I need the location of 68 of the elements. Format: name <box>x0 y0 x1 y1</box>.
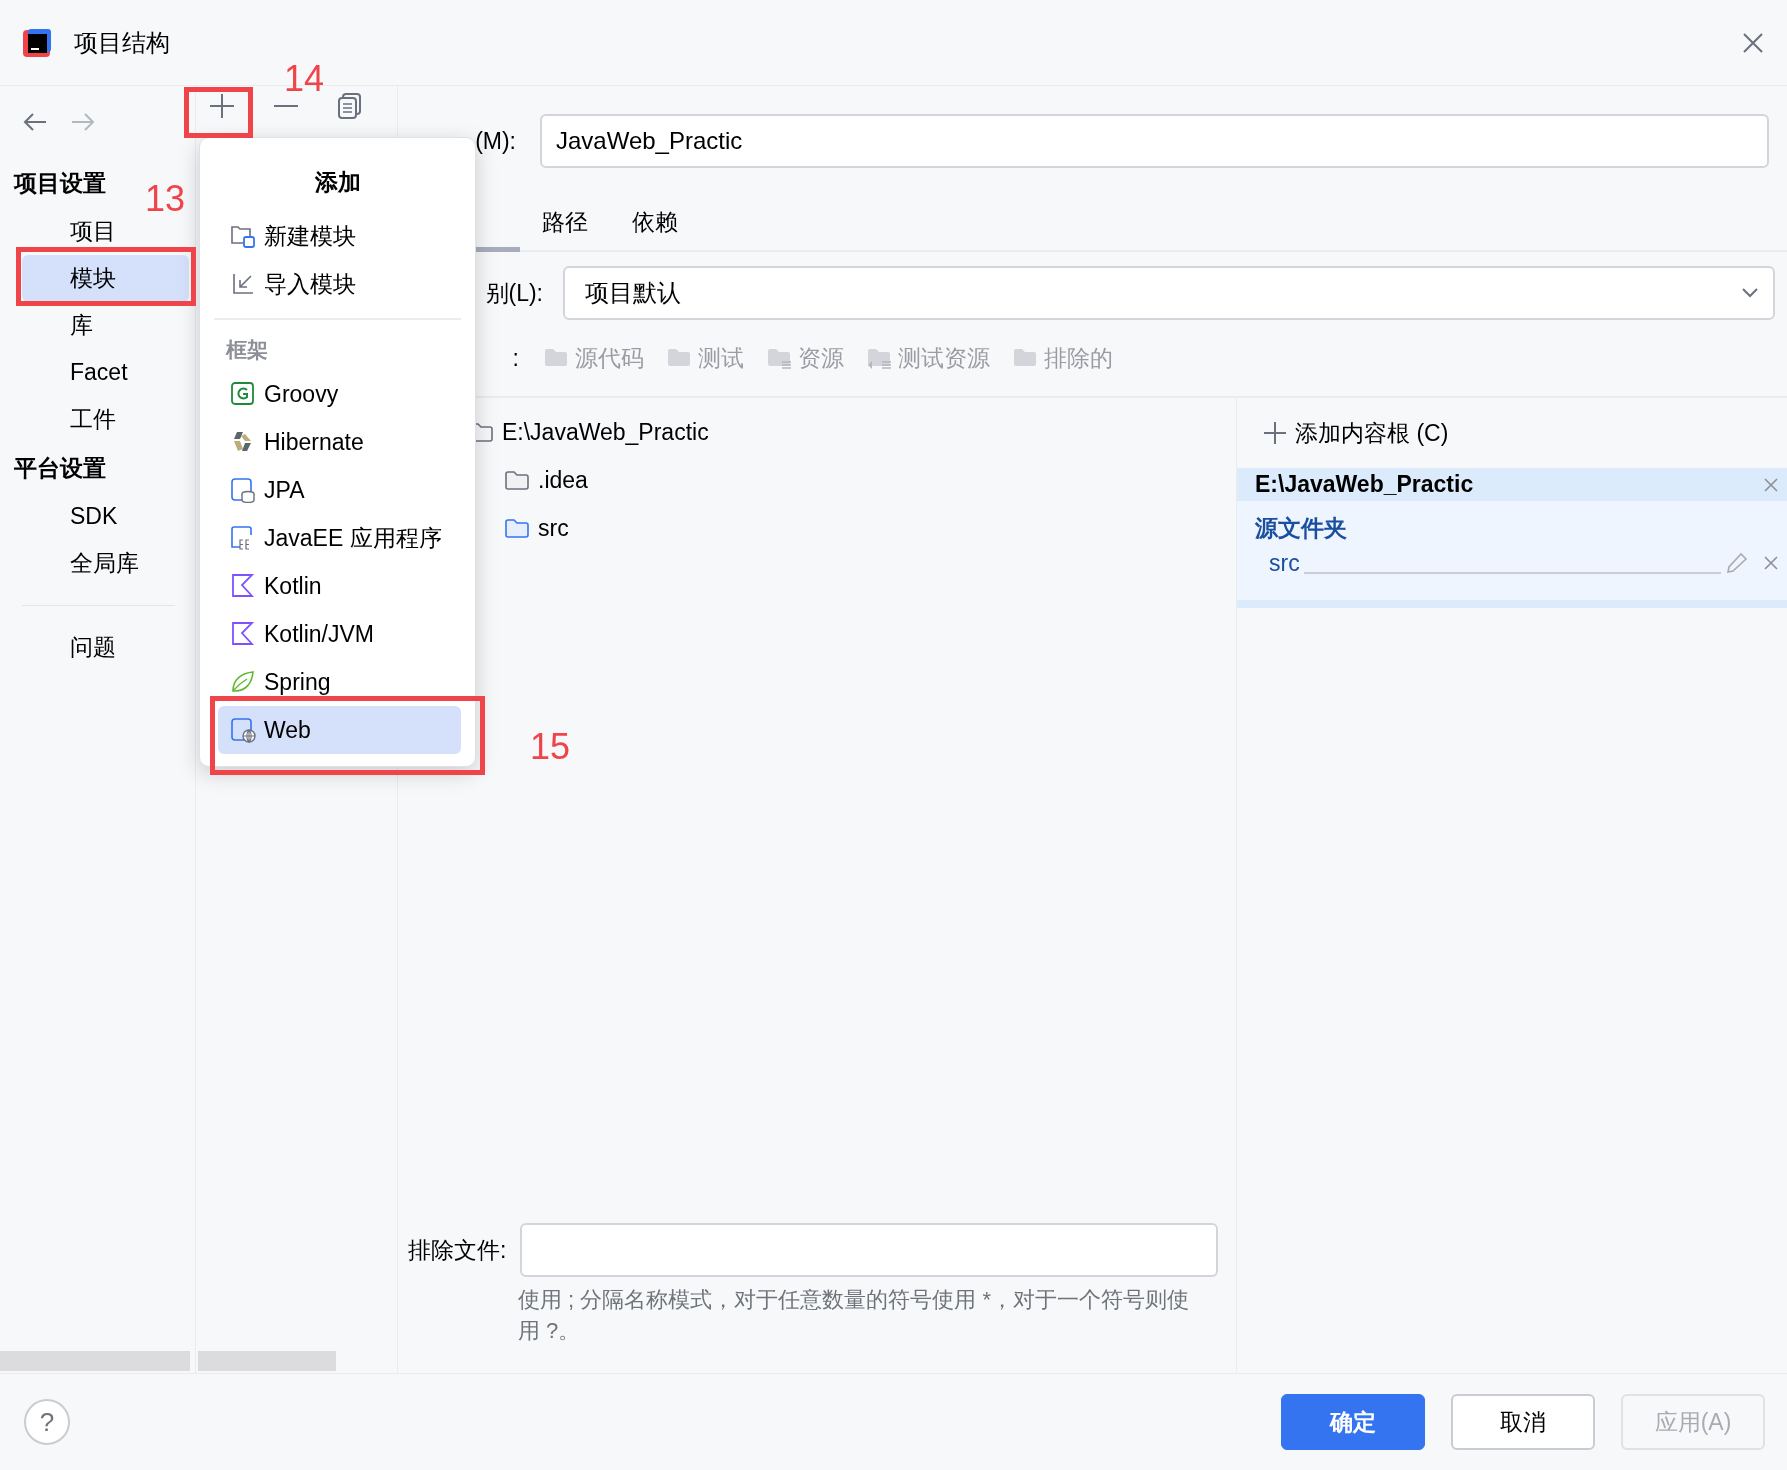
section-heading: 项目设置 <box>12 168 106 198</box>
sidebar-item[interactable]: SDK <box>22 493 189 540</box>
kotlin-icon <box>230 573 256 599</box>
menu-item[interactable]: Kotlin/JVM <box>218 610 461 658</box>
menu-item[interactable]: JPA <box>218 466 461 514</box>
menu-item[interactable]: Hibernate <box>218 418 461 466</box>
language-level-dropdown[interactable]: 项目默认 <box>563 266 1775 320</box>
dialog-button[interactable]: 确定 <box>1281 1394 1425 1450</box>
field-label: 排除文件: <box>408 1236 507 1266</box>
menu-item[interactable]: Spring <box>218 658 461 706</box>
close-icon[interactable] <box>1763 476 1779 493</box>
groovy-icon <box>230 381 256 407</box>
menu-item[interactable]: Groovy <box>218 370 461 418</box>
name-field[interactable]: JavaWeb_Practic <box>540 114 1769 168</box>
field-label: : <box>511 343 520 373</box>
close-icon[interactable] <box>1763 554 1779 571</box>
folder-icon <box>230 223 256 249</box>
content-root-path: E:\JavaWeb_Practic <box>1255 470 1474 500</box>
folder-icon <box>504 468 530 492</box>
tab[interactable]: 依赖 <box>610 198 700 252</box>
globe-file-icon <box>230 717 256 743</box>
chevron-down-icon <box>1741 287 1759 299</box>
hint-text: 使用 ; 分隔名称模式，对于任意数量的符号使用 *，对于一个符号则使用 ?。 <box>518 1286 1190 1346</box>
add-content-root-button[interactable]: 添加内容根 (C) <box>1237 398 1787 468</box>
plus-icon[interactable] <box>208 92 236 120</box>
tree-item[interactable]: E:\JavaWeb_Practic <box>502 414 709 450</box>
scrollbar[interactable] <box>0 1351 190 1371</box>
close-icon[interactable] <box>1741 30 1765 55</box>
annotation-box <box>184 87 253 138</box>
sidebar-item[interactable]: 问题 <box>22 624 189 671</box>
tab[interactable]: 路径 <box>520 198 610 252</box>
folder-group-heading: 源文件夹 <box>1255 514 1348 543</box>
scrollbar[interactable] <box>198 1351 336 1371</box>
plus-icon <box>1263 421 1287 445</box>
menu-item[interactable]: JavaEE 应用程序 <box>218 514 461 562</box>
sidebar-item[interactable]: 全局库 <box>22 540 189 587</box>
copy-icon[interactable] <box>336 92 364 120</box>
pencil-icon[interactable] <box>1725 550 1749 575</box>
tree-item[interactable]: .idea <box>538 462 588 498</box>
help-button[interactable]: ? <box>24 1399 70 1445</box>
dialog-button[interactable]: 取消 <box>1451 1394 1595 1450</box>
menu-item[interactable]: 新建模块 <box>218 212 461 260</box>
field-label: (M): <box>474 126 517 156</box>
menu-item[interactable]: Web <box>218 706 461 754</box>
exclude-files-field[interactable] <box>520 1223 1218 1278</box>
import-arrow-icon <box>230 271 256 297</box>
source-folder-item[interactable]: src <box>1269 545 1300 580</box>
annotation-number: 13 <box>145 177 186 221</box>
folder-icon <box>504 516 530 540</box>
app-logo-icon <box>22 27 52 58</box>
window-title: 项目结构 <box>74 27 170 58</box>
sidebar-item[interactable]: Facet <box>22 349 189 396</box>
database-file-icon <box>230 477 256 503</box>
annotation-number: 14 <box>284 57 325 101</box>
dropdown-value: 项目默认 <box>585 278 681 308</box>
field-label: 别(L): <box>484 278 544 308</box>
menu-item[interactable]: Kotlin <box>218 562 461 610</box>
menu-title: 添加 <box>313 167 362 197</box>
annotation-number: 15 <box>530 725 571 769</box>
sidebar-item[interactable]: 库 <box>22 302 189 349</box>
section-heading: 平台设置 <box>13 453 106 483</box>
menu-section-heading: 框架 <box>224 337 269 364</box>
leaf-icon <box>230 669 256 695</box>
sidebar-item[interactable]: 工件 <box>22 396 189 443</box>
tree-item[interactable]: src <box>538 510 569 546</box>
menu-item[interactable]: 导入模块 <box>218 260 461 308</box>
kotlin-icon <box>230 621 256 647</box>
sidebar-item[interactable]: 模块 <box>22 255 189 302</box>
